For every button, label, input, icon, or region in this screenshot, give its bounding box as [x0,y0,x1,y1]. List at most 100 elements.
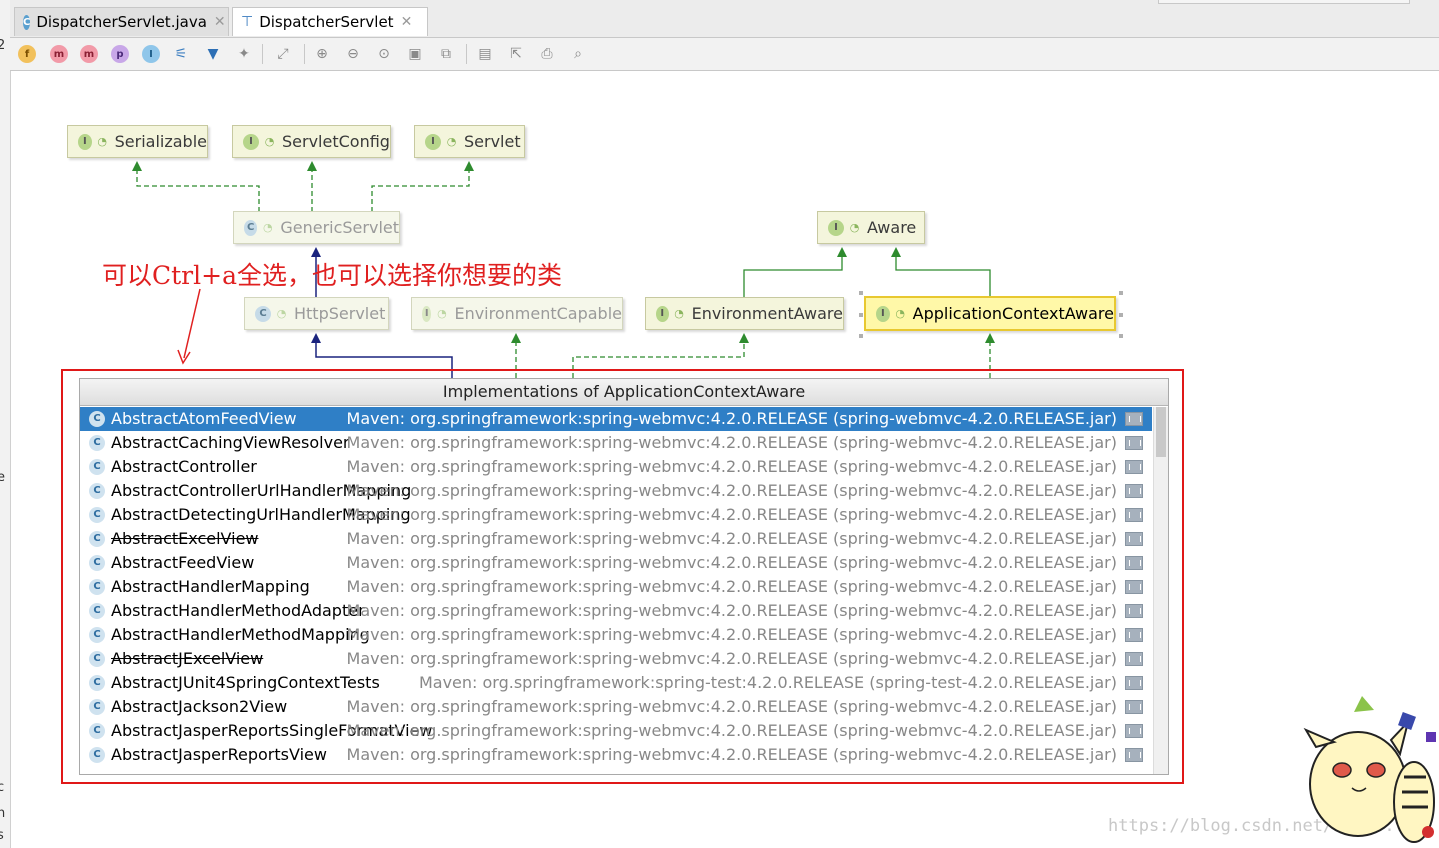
class-icon: C [255,305,271,322]
list-item[interactable]: C AbstractDetectingUrlHandlerMapping Maven… [80,503,1152,527]
node-servlet[interactable]: I ◔ Servlet [414,125,525,158]
jar-icon [1125,436,1143,450]
node-httpservlet[interactable]: C ◔ HttpServlet [244,297,389,330]
scrollbar-thumb[interactable] [1156,407,1166,457]
library-source: Maven: org.springframework:spring-webmvc… [346,433,1117,452]
popup-scrollbar[interactable] [1153,407,1168,774]
class-icon: C [89,459,105,475]
jar-icon [1125,460,1143,474]
interface-icon: I [78,133,92,150]
class-name: AbstractAtomFeedView [111,409,297,428]
list-item[interactable]: C AbstractJExcelView Maven: org.springfram… [80,647,1152,671]
annotation-arrow [177,288,201,365]
jar-icon [1125,532,1143,546]
library-source: Maven: org.springframework:spring-webmvc… [346,721,1117,740]
class-name: AbstractController [111,457,257,476]
node-servletconfig[interactable]: I ◔ ServletConfig [232,125,391,158]
class-name: AbstractCachingViewResolver [111,433,350,452]
class-icon: C [89,483,105,499]
node-serializable[interactable]: I ◔ Serializable [67,125,208,158]
node-environmentcapable[interactable]: I ◔ EnvironmentCapable [411,297,623,330]
interface-icon: I [656,305,669,322]
public-icon: ◔ [446,135,457,148]
list-item[interactable]: C AbstractHandlerMapping Maven: org.spring… [80,575,1152,599]
class-icon: C [89,507,105,523]
node-environmentaware[interactable]: I ◔ EnvironmentAware [645,297,844,330]
implementations-list: C AbstractAtomFeedView Maven: org.springfr… [80,407,1152,767]
extends-edge-applicationcontextaware-aware [891,247,991,297]
class-name: AbstractJackson2View [111,697,288,716]
list-item[interactable]: C AbstractExcelView Maven: org.springframe… [80,527,1152,551]
list-item[interactable]: C AbstractJUnit4SpringContextTests Maven: … [80,671,1152,695]
library-source: Maven: org.springframework:spring-test:4… [418,673,1117,692]
jar-icon [1125,748,1143,762]
list-item[interactable]: C AbstractController Maven: org.springfram… [80,455,1152,479]
node-aware[interactable]: I ◔ Aware [817,211,925,244]
class-icon: C [89,603,105,619]
class-name: AbstractJUnit4SpringContextTests [111,673,380,692]
node-applicationcontextaware[interactable]: I ◔ ApplicationContextAware [864,296,1116,331]
class-icon: C [89,699,105,715]
jar-icon [1125,412,1143,426]
public-icon: ◔ [674,307,684,320]
library-source: Maven: org.springframework:spring-webmvc… [346,601,1117,620]
jar-icon [1125,628,1143,642]
public-icon: ◔ [263,221,273,234]
public-icon: ◔ [276,307,287,320]
jar-icon [1125,508,1143,522]
node-label: EnvironmentAware [691,304,843,323]
jar-icon [1125,580,1143,594]
jar-icon [1125,700,1143,714]
library-source: Maven: org.springframework:spring-webmvc… [346,625,1117,644]
library-source: Maven: org.springframework:spring-webmvc… [346,577,1117,596]
list-item[interactable]: C AbstractCachingViewResolver Maven: org.s… [80,431,1152,455]
jar-icon [1125,556,1143,570]
public-icon: ◔ [437,307,447,320]
jar-icon [1125,484,1143,498]
node-label: ApplicationContextAware [912,304,1114,323]
library-source: Maven: org.springframework:spring-webmvc… [346,553,1117,572]
node-label: GenericServlet [280,218,399,237]
class-icon: C [89,531,105,547]
list-item[interactable]: C AbstractJackson2View Maven: org.springfr… [80,695,1152,719]
library-source: Maven: org.springframework:spring-webmvc… [346,745,1117,764]
node-genericservlet[interactable]: C ◔ GenericServlet [233,211,400,244]
node-label: HttpServlet [294,304,386,323]
public-icon: ◔ [264,135,275,148]
node-label: Serializable [114,132,207,151]
library-source: Maven: org.springframework:spring-webmvc… [346,649,1117,668]
library-source: Maven: org.springframework:spring-webmvc… [346,457,1117,476]
list-item[interactable]: C AbstractJasperReportsView Maven: org.spr… [80,743,1152,767]
jar-icon [1125,604,1143,618]
list-item[interactable]: C AbstractHandlerMethodMapping Maven: org.… [80,623,1152,647]
list-item[interactable]: C AbstractAtomFeedView Maven: org.springfr… [80,407,1152,431]
class-name: AbstractExcelView [111,529,259,548]
class-icon: C [89,747,105,763]
interface-icon: I [243,133,259,150]
list-item[interactable]: C AbstractControllerUrlHandlerMapping Mave… [80,479,1152,503]
public-icon: ◔ [849,221,860,234]
library-source: Maven: org.springframework:spring-webmvc… [346,505,1117,524]
public-icon: ◔ [97,135,107,148]
public-icon: ◔ [895,307,905,320]
node-label: EnvironmentCapable [454,304,622,323]
node-label: Servlet [464,132,521,151]
node-label: Aware [867,218,917,237]
interface-icon: I [422,305,432,322]
list-item[interactable]: C AbstractFeedView Maven: org.springframew… [80,551,1152,575]
library-source: Maven: org.springframework:spring-webmvc… [346,409,1117,428]
class-name: AbstractHandlerMapping [111,577,310,596]
class-name: AbstractJasperReportsView [111,745,327,764]
class-icon: C [244,219,258,236]
library-source: Maven: org.springframework:spring-webmvc… [346,481,1117,500]
class-icon: C [89,723,105,739]
jar-icon [1125,676,1143,690]
list-item[interactable]: C AbstractHandlerMethodAdapter Maven: org.… [80,599,1152,623]
interface-icon: I [425,133,441,150]
class-icon: C [89,579,105,595]
list-item[interactable]: C AbstractJasperReportsSingleFormatView Ma… [80,719,1152,743]
jar-icon [1125,652,1143,666]
class-icon: C [89,627,105,643]
library-source: Maven: org.springframework:spring-webmvc… [346,697,1117,716]
interface-icon: I [828,219,844,236]
